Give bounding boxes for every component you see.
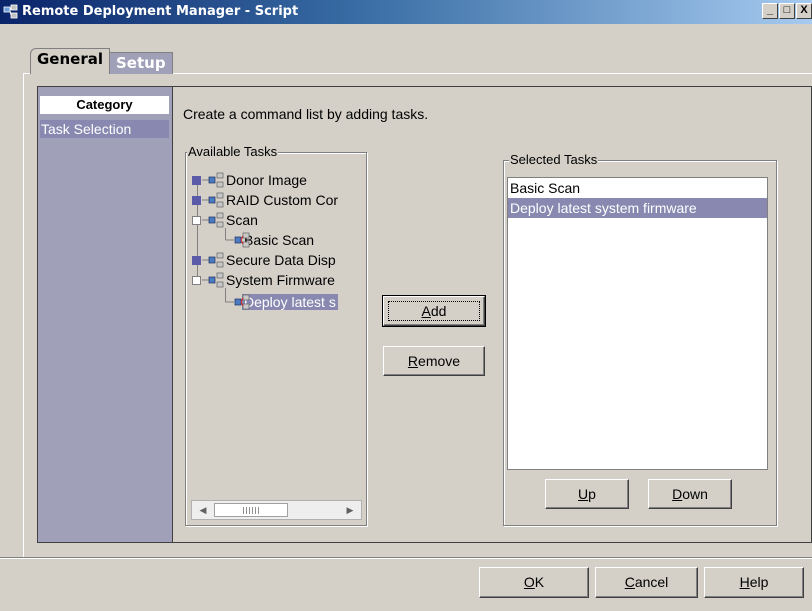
- selected-tasks-list[interactable]: Basic Scan Deploy latest system firmware: [507, 177, 768, 470]
- tree-node-label: Deploy latest s: [242, 294, 338, 310]
- category-panel: [38, 87, 173, 542]
- selected-tasks-label: Selected Tasks: [509, 152, 599, 167]
- down-button[interactable]: Down: [648, 479, 732, 509]
- remove-mnemonic: R: [407, 353, 419, 369]
- close-button[interactable]: X: [796, 3, 812, 19]
- tree-node-label: RAID Custom Cor: [226, 192, 339, 208]
- tree-node-basic-scan[interactable]: Basic Scan: [218, 230, 316, 250]
- instructions-text: Create a command list by adding tasks.: [183, 106, 429, 122]
- ok-mnemonic: O: [523, 574, 535, 590]
- grip-icon: [243, 507, 261, 514]
- tree-node-secure-data[interactable]: Secure Data Disp: [190, 250, 338, 270]
- task-group-icon: [208, 172, 224, 188]
- list-item-deploy-firmware[interactable]: Deploy latest system firmware: [508, 198, 767, 218]
- ok-label: K: [534, 574, 545, 590]
- tree-node-scan[interactable]: Scan: [190, 210, 260, 230]
- window-title: Remote Deployment Manager - Script: [22, 4, 299, 19]
- scrollbar-thumb[interactable]: [214, 503, 288, 517]
- up-button[interactable]: Up: [545, 479, 629, 509]
- help-label: elp: [749, 574, 769, 590]
- ok-button[interactable]: OK: [479, 567, 589, 598]
- tab-setup[interactable]: Setup: [109, 52, 173, 74]
- help-button[interactable]: Help: [704, 567, 804, 598]
- up-mnemonic: U: [578, 486, 589, 502]
- focus-indicator: [388, 301, 480, 321]
- task-group-icon: [208, 212, 224, 228]
- tree-node-system-firmware[interactable]: System Firmware: [190, 270, 337, 290]
- add-button[interactable]: Add: [382, 295, 486, 327]
- expand-icon[interactable]: [192, 256, 201, 265]
- scroll-left-icon[interactable]: ◀: [196, 503, 210, 517]
- collapse-icon[interactable]: [192, 216, 201, 225]
- horizontal-scrollbar[interactable]: ◀ ▶: [191, 500, 362, 520]
- expand-icon[interactable]: [192, 196, 201, 205]
- cancel-label: ancel: [634, 574, 669, 590]
- up-label: p: [588, 486, 596, 502]
- tree-node-donor-image[interactable]: Donor Image: [190, 170, 309, 190]
- category-header: Category: [40, 96, 169, 114]
- available-tasks-label: Available Tasks: [187, 144, 279, 159]
- tree-node-label: Scan: [226, 212, 258, 228]
- tree-node-deploy-latest[interactable]: Deploy latest s: [218, 292, 338, 312]
- cancel-button[interactable]: Cancel: [595, 567, 698, 598]
- title-bar[interactable]: Remote Deployment Manager - Script _ □ X: [0, 0, 812, 24]
- down-mnemonic: D: [672, 486, 683, 502]
- task-icon: [234, 232, 250, 248]
- task-group-icon: [208, 272, 224, 288]
- category-item-task-selection[interactable]: Task Selection: [40, 120, 169, 138]
- remove-button[interactable]: Remove: [383, 346, 485, 376]
- scroll-right-icon[interactable]: ▶: [343, 503, 357, 517]
- app-icon: [3, 4, 18, 19]
- expand-icon[interactable]: [192, 176, 201, 185]
- list-item-basic-scan[interactable]: Basic Scan: [508, 178, 767, 198]
- down-label: own: [682, 486, 708, 502]
- tree-node-label: Donor Image: [226, 172, 307, 188]
- minimize-button[interactable]: _: [762, 3, 778, 19]
- tab-general[interactable]: General: [30, 48, 110, 74]
- available-tasks-tree[interactable]: Donor Image RAID Custom Cor Scan Basic S…: [190, 165, 364, 495]
- task-group-icon: [208, 192, 224, 208]
- maximize-button[interactable]: □: [779, 3, 795, 19]
- tree-node-label: Basic Scan: [244, 232, 315, 248]
- tree-node-label: System Firmware: [226, 272, 335, 288]
- task-icon: [234, 294, 250, 310]
- task-group-icon: [208, 252, 224, 268]
- remove-label: emove: [418, 353, 461, 369]
- tree-node-label: Secure Data Disp: [226, 252, 336, 268]
- help-mnemonic: H: [739, 574, 750, 590]
- tree-node-raid-custom[interactable]: RAID Custom Cor: [190, 190, 340, 210]
- cancel-mnemonic: C: [624, 574, 635, 590]
- footer-divider: [0, 557, 812, 559]
- collapse-icon[interactable]: [192, 276, 201, 285]
